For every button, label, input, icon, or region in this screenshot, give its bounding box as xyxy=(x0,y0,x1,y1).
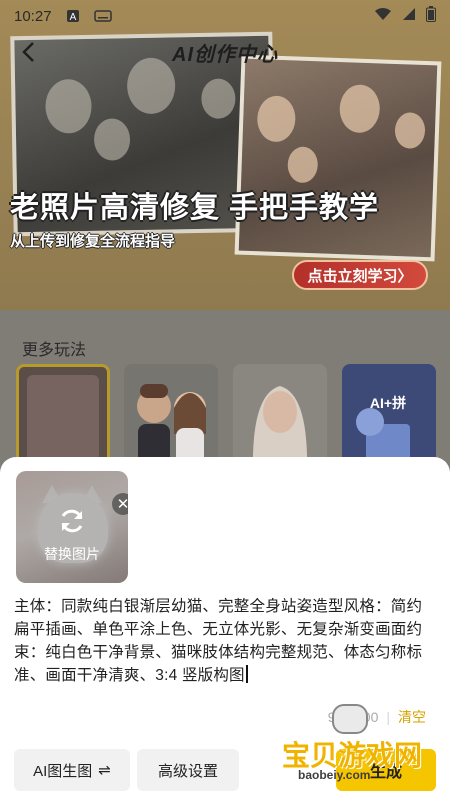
generate-button[interactable]: 生成 xyxy=(336,749,436,791)
replace-image-overlay[interactable]: 替换图片 xyxy=(16,471,128,583)
status-bar: 10:27 A xyxy=(0,0,450,32)
ai-puzzle-badge: AI+拼 xyxy=(370,395,406,411)
svg-text:A: A xyxy=(69,12,76,23)
advanced-settings-button[interactable]: 高级设置 xyxy=(137,749,239,791)
banner-subtitle: 从上传到修复全流程指导 xyxy=(10,233,176,250)
back-arrow-icon[interactable] xyxy=(14,38,42,66)
signal-icon xyxy=(402,7,416,25)
remove-image-button[interactable]: ✕ xyxy=(112,493,128,515)
reference-image[interactable]: 替换图片 ✕ xyxy=(16,471,128,583)
prompt-input[interactable]: 主体：同款纯白银渐层幼猫、完整全身站姿造型风格：简约扁平插画、单色平涂上色、无立… xyxy=(14,595,434,687)
page-title: AI创作中心 xyxy=(172,43,278,66)
swap-icon: ⇌ xyxy=(98,762,111,779)
char-counter: 95/1000 xyxy=(327,709,379,725)
mode-label: AI图生图 xyxy=(33,762,93,780)
wifi-icon xyxy=(374,7,392,25)
header: AI创作中心 xyxy=(0,32,450,72)
text-notification-icon: A xyxy=(66,9,80,23)
creation-bottom-sheet: 替换图片 ✕ 主体：同款纯白银渐层幼猫、完整全身站姿造型风格：简约扁平插画、单色… xyxy=(0,457,450,800)
replace-image-label: 替换图片 xyxy=(44,546,100,562)
mode-switch-button[interactable]: AI图生图 ⇌ xyxy=(14,749,130,791)
close-icon: ✕ xyxy=(116,496,128,513)
refresh-icon xyxy=(55,504,89,538)
action-bar: AI图生图 ⇌ 高级设置 生成 xyxy=(0,749,450,793)
clear-button[interactable]: 清空 xyxy=(398,707,426,727)
learn-now-button[interactable]: 点击立刻学习〉 xyxy=(292,260,428,290)
restored-photo-right xyxy=(234,54,442,262)
status-time: 10:27 xyxy=(14,7,52,25)
battery-icon xyxy=(426,6,436,26)
more-section-title: 更多玩法 xyxy=(22,342,87,359)
keyboard-icon xyxy=(93,10,112,22)
counter-divider: | xyxy=(386,709,390,725)
prompt-counter-row: 95/1000 | 清空 xyxy=(328,707,426,727)
banner-title: 老照片高清修复 手把手教学 xyxy=(10,192,380,224)
